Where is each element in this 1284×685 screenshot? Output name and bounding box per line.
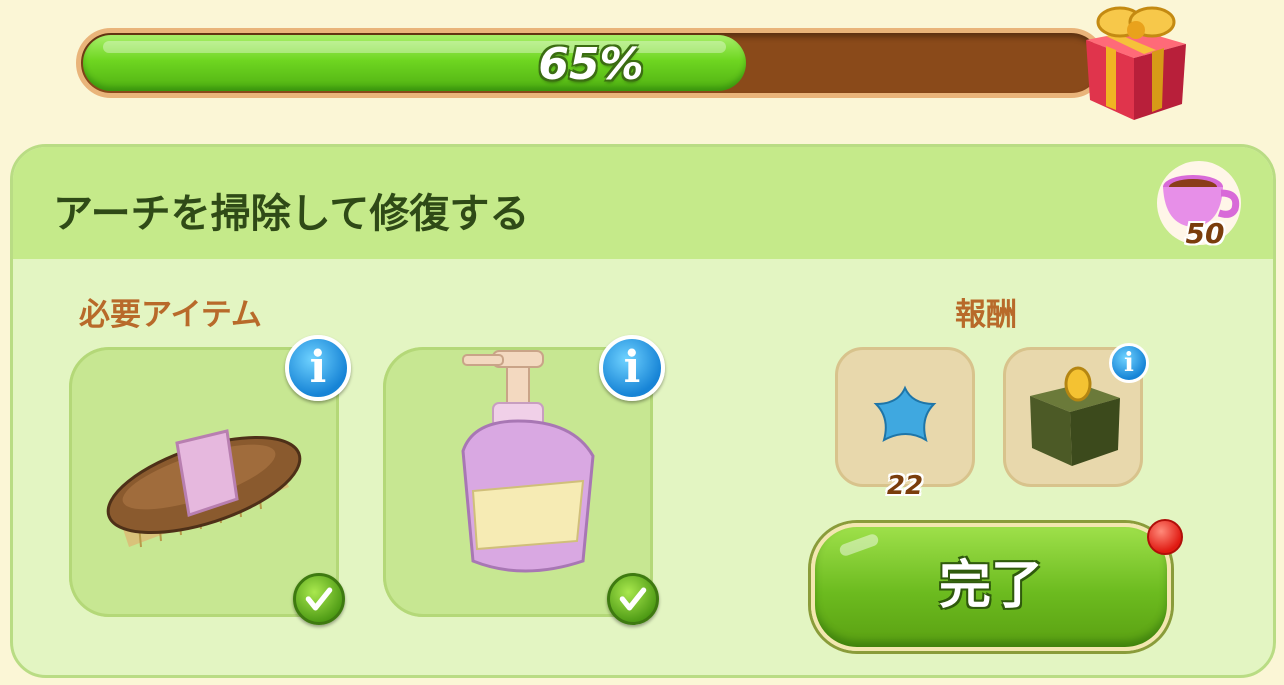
task-panel: アーチを掃除して修復する 50 必要アイテム 報酬 i i 22 i 完了 (10, 144, 1276, 678)
task-header: アーチを掃除して修復する (13, 147, 1273, 259)
progress-bar: 65% (76, 28, 1106, 98)
progress-percent: 65% (538, 39, 644, 90)
brush-info-icon[interactable]: i (285, 335, 351, 401)
gift-box-icon[interactable] (1072, 0, 1194, 126)
soap-bottle-icon (461, 350, 595, 573)
rewards-label: 報酬 (955, 297, 1017, 333)
complete-button[interactable]: 完了 (811, 523, 1171, 651)
task-title: アーチを掃除して修復する (53, 191, 530, 237)
soap-info-icon[interactable]: i (599, 335, 665, 401)
soap-check-icon (607, 573, 659, 625)
coin-bank-box-icon (1030, 366, 1120, 466)
required-items-label: 必要アイテム (79, 297, 262, 333)
reward-star-count: 22 (886, 471, 924, 501)
blue-star-icon (873, 385, 937, 443)
reward-box-info-icon[interactable]: i (1109, 343, 1149, 383)
energy-cost: 50 (1185, 217, 1225, 250)
brush-check-icon (293, 573, 345, 625)
brush-icon (106, 429, 302, 548)
notification-dot (1147, 519, 1183, 555)
reward-item-star[interactable] (835, 347, 975, 487)
